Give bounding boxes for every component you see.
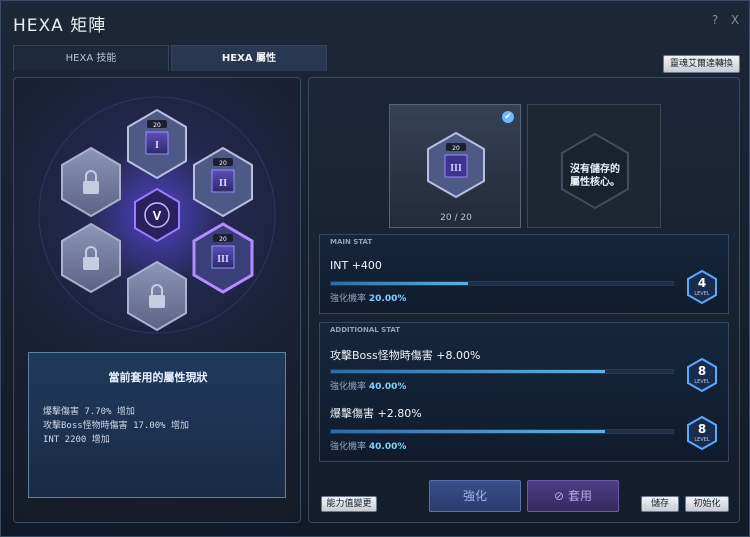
- selected-core-card[interactable]: ✔ III 20 20 / 20: [389, 104, 521, 228]
- svg-text:V: V: [153, 208, 162, 223]
- title-bar: HEXA 矩陣 ? X: [1, 1, 750, 41]
- reset-button[interactable]: 初始化: [685, 496, 729, 512]
- status-line: INT 2200 增加: [43, 435, 110, 445]
- stat-core-icon: III 20: [427, 131, 485, 199]
- enhance-rate: 強化機率 20.00%: [330, 294, 407, 304]
- check-icon: ✔: [502, 111, 514, 123]
- enhance-button[interactable]: 強化: [429, 480, 521, 512]
- empty-core-slot: 沒有儲存的 屬性核心。: [527, 104, 661, 228]
- level-badge: 8 LEVEL: [686, 415, 718, 451]
- main-stat-panel: MAIN STAT INT +400 強化機率 20.00% 4 LEVEL: [319, 234, 729, 314]
- svg-text:III: III: [217, 254, 229, 265]
- level-badge: 8 LEVEL: [686, 357, 718, 393]
- svg-text:20: 20: [219, 160, 227, 167]
- progress-fill: [331, 282, 468, 285]
- status-title: 當前套用的屬性現狀: [108, 371, 208, 384]
- no-core-text: 沒有儲存的 屬性核心。: [570, 164, 620, 188]
- progress-fill: [331, 370, 605, 373]
- stat-core-node-3-selected[interactable]: III 20: [192, 222, 254, 294]
- additional-stat-progress-bar-1: [330, 369, 674, 374]
- svg-text:II: II: [219, 177, 228, 189]
- stat-detail-panel: ✔ III 20 20 / 20 沒有儲存的 屬性核心。 MAIN STAT I…: [308, 77, 740, 523]
- close-button[interactable]: X: [728, 13, 742, 27]
- tab-hexa-stat[interactable]: HEXA 屬性: [171, 45, 327, 71]
- main-stat-header: MAIN STAT: [330, 238, 373, 246]
- help-button[interactable]: ?: [708, 13, 722, 27]
- hexa-node-panel: V I 20 II 20 III 20 當前套用的屬性現狀 爆擊傷害 7.70%…: [13, 77, 301, 523]
- progress-fill: [331, 430, 605, 433]
- hexa-matrix-window: HEXA 矩陣 ? X HEXA 技能 HEXA 屬性 靈魂艾爾達轉換 V I …: [0, 0, 750, 537]
- enhance-rate: 強化機率 40.00%: [330, 442, 407, 452]
- tab-hexa-skill[interactable]: HEXA 技能: [13, 45, 169, 71]
- current-stat-status-box: 當前套用的屬性現狀 爆擊傷害 7.70% 增加 攻擊Boss怪物時傷害 17.0…: [28, 352, 286, 498]
- additional-stat-progress-bar-2: [330, 429, 674, 434]
- additional-stat-text-2: 爆擊傷害 +2.80%: [330, 407, 422, 420]
- additional-stat-text-1: 攻擊Boss怪物時傷害 +8.00%: [330, 349, 481, 362]
- hexa-node-graph: V I 20 II 20 III 20: [38, 96, 276, 334]
- main-stat-progress-bar: [330, 281, 674, 286]
- svg-text:20: 20: [452, 145, 460, 152]
- window-title: HEXA 矩陣: [13, 16, 107, 36]
- svg-text:20: 20: [219, 236, 227, 243]
- core-count: 20 / 20: [440, 213, 472, 223]
- additional-stat-header: ADDITIONAL STAT: [330, 326, 401, 334]
- svg-text:I: I: [155, 139, 159, 151]
- svg-text:20: 20: [153, 122, 161, 129]
- stat-change-button[interactable]: 能力值變更: [321, 496, 377, 512]
- additional-stat-panel: ADDITIONAL STAT 攻擊Boss怪物時傷害 +8.00% 強化機率 …: [319, 322, 729, 462]
- check-icon: ⊘: [554, 489, 565, 503]
- svg-text:III: III: [450, 163, 462, 174]
- save-button[interactable]: 儲存: [641, 496, 679, 512]
- level-badge: 4 LEVEL: [686, 269, 718, 305]
- status-line: 攻擊Boss怪物時傷害 17.00% 增加: [43, 421, 190, 431]
- main-stat-text: INT +400: [330, 259, 382, 272]
- status-line: 爆擊傷害 7.70% 增加: [43, 407, 135, 417]
- enhance-rate: 強化機率 40.00%: [330, 382, 407, 392]
- apply-button[interactable]: ⊘ 套用: [527, 480, 619, 512]
- sol-erda-convert-button[interactable]: 靈魂艾爾達轉換: [663, 55, 740, 73]
